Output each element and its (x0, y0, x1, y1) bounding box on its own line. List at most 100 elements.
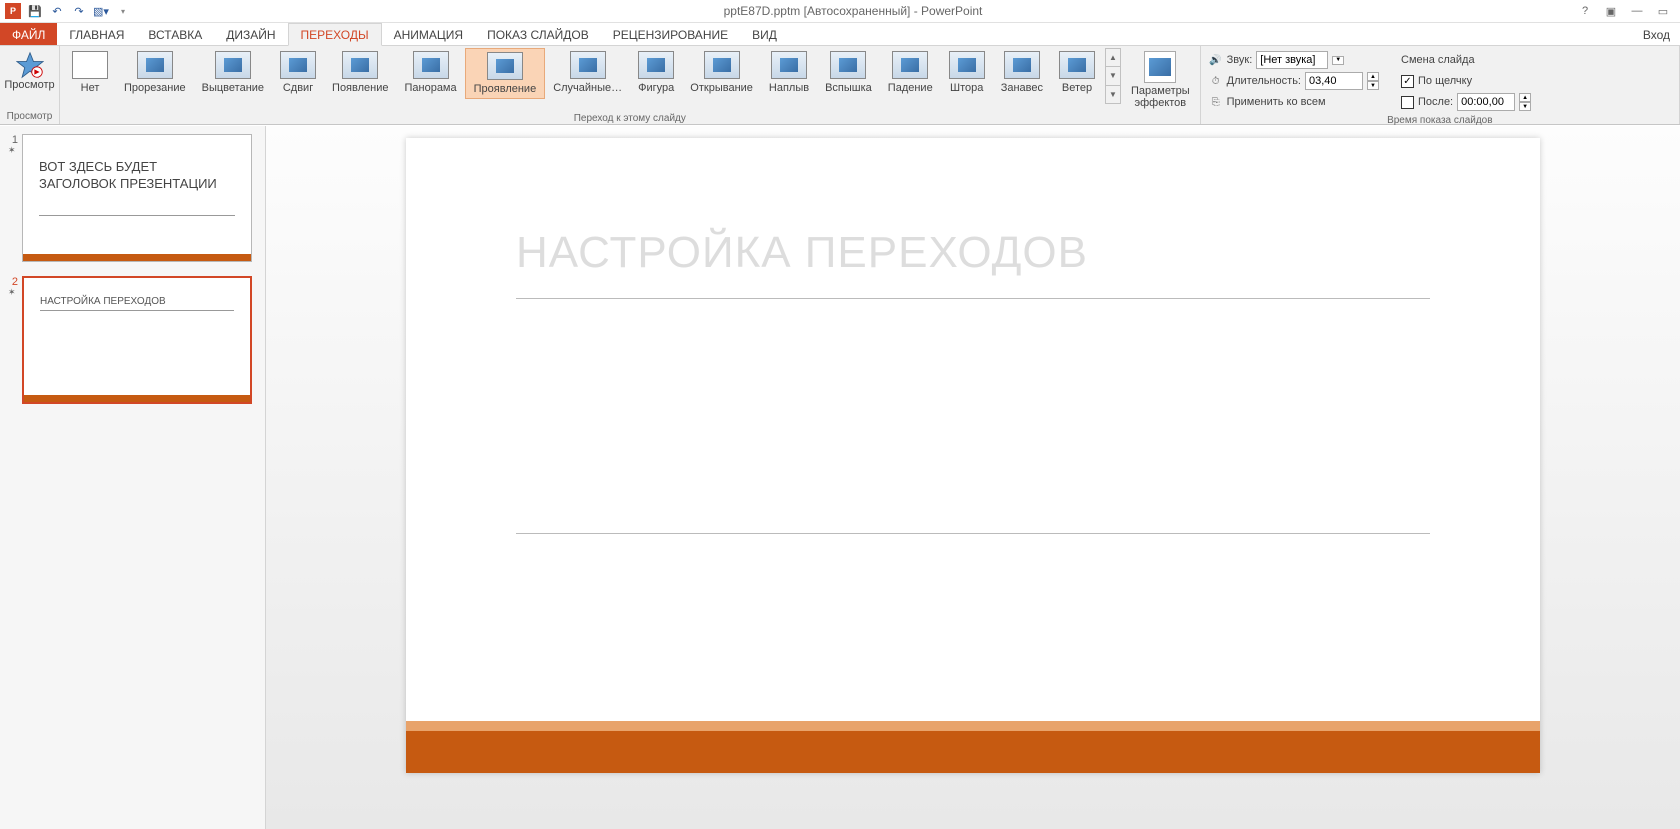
quick-access-toolbar: P 💾 ↶ ↷ ▧▾ ▾ (0, 1, 133, 21)
tab-file[interactable]: ФАЙЛ (0, 23, 57, 46)
help-icon[interactable]: ? (1573, 1, 1597, 21)
transition-icon (570, 51, 606, 79)
slide-thumbnails-panel[interactable]: 1 ✶ ВОТ ЗДЕСЬ БУДЕТ ЗАГОЛОВОК ПРЕЗЕНТАЦИ… (0, 126, 266, 829)
transition-label: Выцветание (202, 82, 264, 94)
gallery-more-icon[interactable]: ▼ (1106, 86, 1120, 103)
minimize-icon[interactable]: — (1625, 1, 1649, 21)
apply-all-icon: ⎘ (1209, 95, 1223, 109)
ribbon-tabs: ФАЙЛ ГЛАВНАЯ ВСТАВКА ДИЗАЙН ПЕРЕХОДЫ АНИ… (0, 23, 1680, 46)
transition-icon (1059, 51, 1095, 79)
restore-icon[interactable]: ▭ (1651, 1, 1675, 21)
tab-design[interactable]: ДИЗАЙН (214, 23, 287, 46)
after-spin-down[interactable]: ▼ (1519, 102, 1531, 111)
transition-icon (215, 51, 251, 79)
window-controls: ? ▣ — ▭ (1573, 1, 1680, 21)
sign-in-button[interactable]: Вход (1633, 23, 1680, 46)
transition-icon (949, 51, 985, 79)
slide-thumbnail-2[interactable]: НАСТРОЙКА ПЕРЕХОДОВ (22, 276, 252, 404)
transition-появление[interactable]: Появление (324, 48, 396, 97)
duration-icon: ⏱ (1209, 74, 1223, 88)
tab-animations[interactable]: АНИМАЦИЯ (382, 23, 475, 46)
after-spin-up[interactable]: ▲ (1519, 93, 1531, 102)
tab-insert[interactable]: ВСТАВКА (136, 23, 214, 46)
transition-прорезание[interactable]: Прорезание (116, 48, 194, 97)
after-checkbox[interactable] (1401, 96, 1414, 109)
tab-home[interactable]: ГЛАВНАЯ (57, 23, 136, 46)
gallery-scroll-up[interactable]: ▲ (1106, 49, 1120, 67)
save-icon[interactable]: 💾 (25, 1, 45, 21)
transition-открывание[interactable]: Открывание (682, 48, 761, 97)
preview-star-icon (16, 51, 44, 79)
sound-dropdown-icon[interactable]: ▼ (1332, 56, 1344, 65)
tab-transitions[interactable]: ПЕРЕХОДЫ (288, 23, 382, 46)
tab-view[interactable]: ВИД (740, 23, 789, 46)
duration-label: Длительность: (1227, 75, 1301, 87)
group-transitions: Нет Прорезание Выцветание СдвигПоявление Пан… (60, 46, 1201, 124)
slide-editor-area[interactable]: НАСТРОЙКА ПЕРЕХОДОВ (266, 126, 1680, 829)
start-from-beginning-icon[interactable]: ▧▾ (91, 1, 111, 21)
thumbnail-wrap-1: 1 ✶ ВОТ ЗДЕСЬ БУДЕТ ЗАГОЛОВОК ПРЕЗЕНТАЦИ… (8, 134, 257, 262)
ribbon: Просмотр Просмотр Нет Прорезание Выцветани… (0, 45, 1680, 125)
duration-input[interactable] (1305, 72, 1363, 90)
redo-icon[interactable]: ↷ (69, 1, 89, 21)
effect-options-button[interactable]: Параметры эффектов (1125, 48, 1196, 112)
after-input[interactable] (1457, 93, 1515, 111)
ribbon-display-icon[interactable]: ▣ (1599, 1, 1623, 21)
transition-label: Вспышка (825, 82, 872, 94)
apply-to-all-button[interactable]: ⎘ Применить ко всем (1209, 92, 1379, 112)
group-preview: Просмотр Просмотр (0, 46, 60, 124)
transition-случайные[interactable]: Случайные… (545, 48, 630, 97)
gallery-scroll-down[interactable]: ▼ (1106, 67, 1120, 85)
transition-label: Падение (888, 82, 933, 94)
slide-thumbnail-1[interactable]: ВОТ ЗДЕСЬ БУДЕТ ЗАГОЛОВОК ПРЕЗЕНТАЦИИ (22, 134, 252, 262)
transition-label: Наплыв (769, 82, 809, 94)
thumbnail-wrap-2: 2 ✶ НАСТРОЙКА ПЕРЕХОДОВ (8, 276, 257, 404)
duration-spin-down[interactable]: ▼ (1367, 81, 1379, 90)
duration-spin-up[interactable]: ▲ (1367, 72, 1379, 81)
current-slide[interactable]: НАСТРОЙКА ПЕРЕХОДОВ (406, 138, 1540, 773)
transition-label: Штора (950, 82, 983, 94)
transition-label: Занавес (1001, 82, 1043, 94)
transition-gallery: Нет Прорезание Выцветание СдвигПоявление Пан… (64, 48, 1103, 99)
transition-label: Ветер (1062, 82, 1092, 94)
tab-slideshow[interactable]: ПОКАЗ СЛАЙДОВ (475, 23, 601, 46)
group-transitions-label: Переход к этому слайду (64, 112, 1196, 126)
app-icon: P (3, 1, 23, 21)
slide-title-text: НАСТРОЙКА ПЕРЕХОДОВ (516, 228, 1430, 278)
preview-label: Просмотр (4, 79, 54, 91)
transition-штора[interactable]: Штора (941, 48, 993, 97)
undo-icon[interactable]: ↶ (47, 1, 67, 21)
qat-customize-icon[interactable]: ▾ (113, 1, 133, 21)
transition-label: Случайные… (553, 82, 622, 94)
transition-label: Прорезание (124, 82, 186, 94)
timing-right-col: Смена слайда ✓ По щелчку После: ▲▼ (1397, 48, 1535, 114)
transition-icon (1004, 51, 1040, 79)
apply-all-label: Применить ко всем (1227, 96, 1326, 108)
transition-icon (771, 51, 807, 79)
transition-нет[interactable]: Нет (64, 48, 116, 97)
transition-icon (280, 51, 316, 79)
transition-занавес[interactable]: Занавес (993, 48, 1051, 97)
transition-icon (487, 52, 523, 80)
transition-вспышка[interactable]: Вспышка (817, 48, 880, 97)
on-click-label: По щелчку (1418, 75, 1472, 87)
transition-ветер[interactable]: Ветер (1051, 48, 1103, 97)
preview-button[interactable]: Просмотр (4, 48, 55, 94)
advance-slide-header: Смена слайда (1401, 54, 1475, 66)
transition-сдвиг[interactable]: Сдвиг (272, 48, 324, 97)
transition-label: Открывание (690, 82, 753, 94)
transition-icon (638, 51, 674, 79)
transition-label: Панорама (404, 82, 456, 94)
tab-review[interactable]: РЕЦЕНЗИРОВАНИЕ (601, 23, 740, 46)
transition-фигура[interactable]: Фигура (630, 48, 682, 97)
transition-падение[interactable]: Падение (880, 48, 941, 97)
transition-icon (830, 51, 866, 79)
transition-icon (342, 51, 378, 79)
transition-проявление[interactable]: Проявление (465, 48, 546, 99)
sound-select[interactable] (1256, 51, 1328, 69)
on-click-checkbox[interactable]: ✓ (1401, 75, 1414, 88)
transition-icon (72, 51, 108, 79)
transition-панорама[interactable]: Панорама (396, 48, 464, 97)
transition-выцветание[interactable]: Выцветание (194, 48, 272, 97)
transition-наплыв[interactable]: Наплыв (761, 48, 817, 97)
